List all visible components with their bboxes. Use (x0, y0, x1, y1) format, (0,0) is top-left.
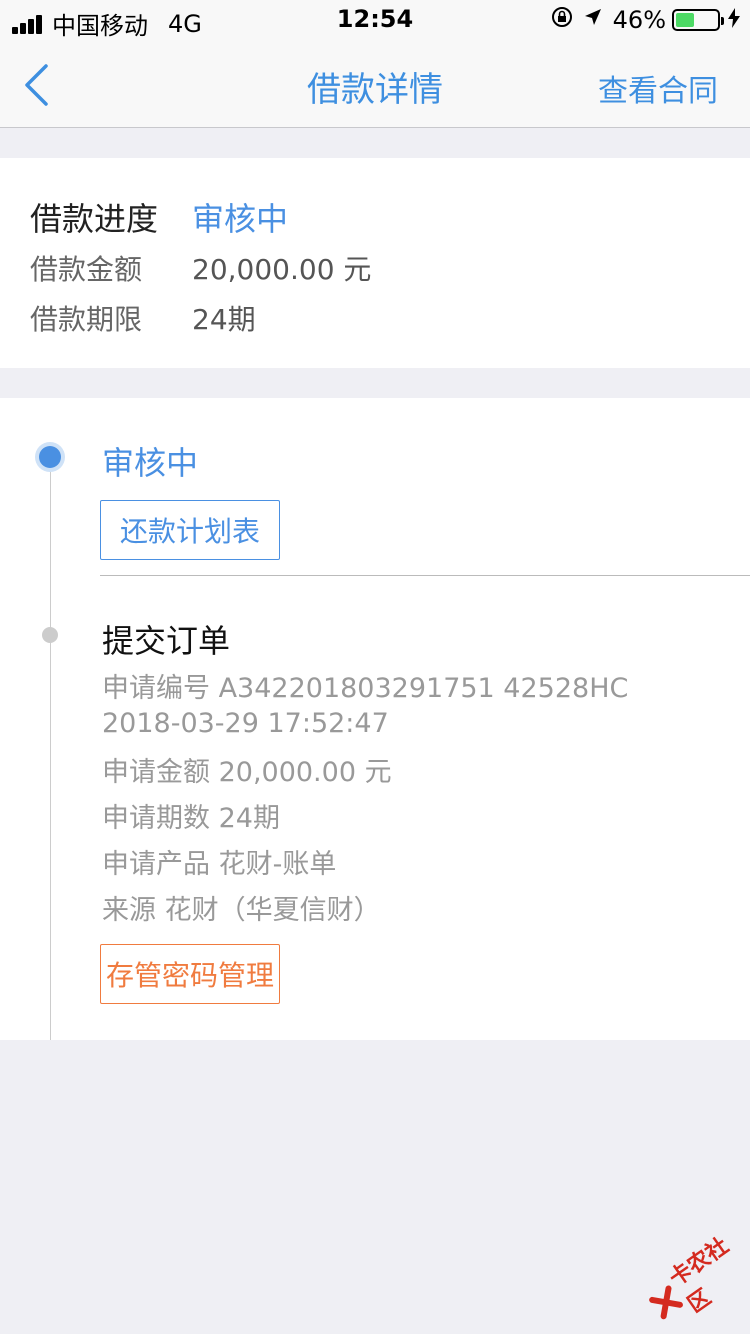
charging-bolt-icon (728, 7, 740, 33)
term-value: 24期 (192, 303, 256, 336)
battery-percent: 46% (612, 6, 666, 34)
step-reviewing-title: 审核中 (102, 444, 199, 482)
progress-row: 借款进度 审核中 (30, 194, 288, 240)
battery-fill (676, 13, 695, 27)
loan-summary-card: 借款进度 审核中 借款金额 20,000.00 元 借款期限 24期 (0, 158, 750, 368)
timeline-dot (42, 627, 58, 643)
timeline-dot-active (35, 442, 65, 472)
rotation-lock-icon (551, 6, 573, 34)
term-label: 借款期限 (30, 303, 143, 336)
timeline-line (50, 458, 51, 1040)
divider (100, 575, 750, 576)
application-time: 2018-03-29 17:52:47 (102, 708, 389, 739)
application-product: 申请产品 花财-账单 (102, 849, 337, 880)
view-contract-button[interactable]: 查看合同 (598, 66, 718, 110)
watermark: 卡农社区 (637, 1224, 750, 1334)
custody-password-button[interactable]: 存管密码管理 (100, 944, 280, 1004)
repayment-plan-button[interactable]: 还款计划表 (100, 500, 280, 560)
amount-value: 20,000.00 元 (192, 253, 372, 286)
battery-icon (672, 9, 724, 31)
amount-label: 借款金额 (30, 253, 143, 286)
progress-value: 审核中 (192, 200, 289, 238)
progress-timeline: 审核中 还款计划表 提交订单 申请编号 A342201803291751 425… (0, 398, 750, 1040)
application-terms: 申请期数 24期 (102, 803, 280, 834)
nav-bar: 借款详情 查看合同 (0, 40, 750, 128)
application-amount: 申请金额 20,000.00 元 (102, 757, 392, 788)
location-arrow-icon (583, 7, 603, 33)
term-row: 借款期限 24期 (30, 298, 256, 338)
amount-row: 借款金额 20,000.00 元 (30, 248, 371, 288)
progress-label: 借款进度 (30, 200, 159, 238)
status-bar: 中国移动 4G 12:54 46% (0, 0, 750, 40)
step-submit-order-title: 提交订单 (102, 622, 231, 660)
status-right: 46% (551, 6, 740, 34)
application-number: 申请编号 A342201803291751 42528HC (102, 673, 629, 704)
application-source: 来源 花财（华夏信财） (102, 895, 381, 926)
